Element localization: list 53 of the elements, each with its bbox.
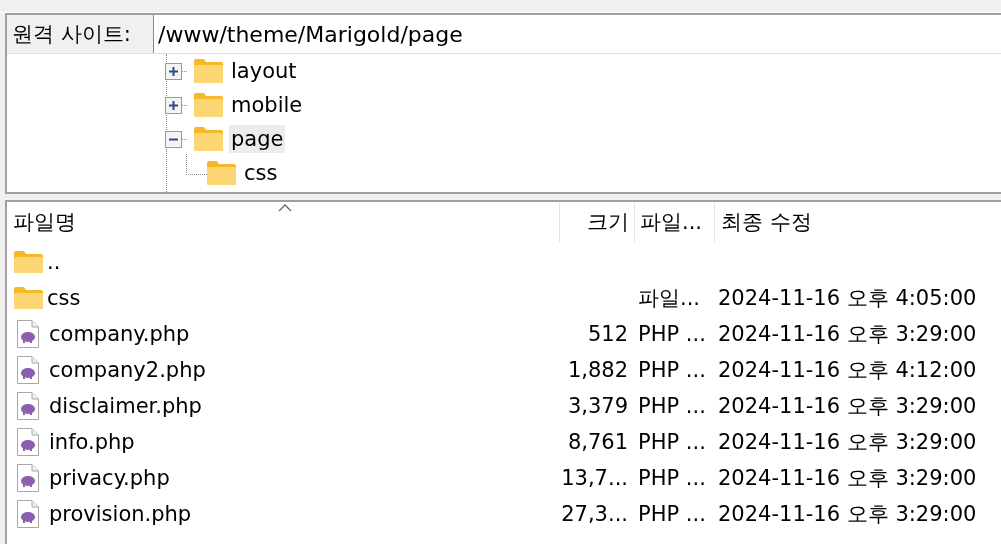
php-file-icon xyxy=(17,320,39,348)
folder-icon xyxy=(194,59,223,83)
modified-date: 2024-11-16 오후 3:29:00 xyxy=(718,466,977,490)
modified-date: 2024-11-16 오후 3:29:00 xyxy=(718,430,977,454)
folder-icon xyxy=(14,251,43,273)
column-header[interactable]: 파일명 xyxy=(7,202,559,242)
file-type: PHP ... xyxy=(638,430,706,454)
php-file-icon xyxy=(17,392,39,420)
file-type: PHP ... xyxy=(638,358,706,382)
folder-icon xyxy=(14,287,43,309)
file-type: PHP ... xyxy=(638,322,706,346)
sort-caret-icon xyxy=(278,204,292,212)
file-size: 27,3... xyxy=(561,502,628,526)
folder-name[interactable]: layout xyxy=(229,57,299,85)
expand-icon[interactable] xyxy=(165,96,182,114)
column-header[interactable]: 최종 수정 xyxy=(714,202,1001,242)
file-name[interactable]: privacy.php xyxy=(49,466,170,490)
php-file-icon xyxy=(17,356,39,384)
modified-date: 2024-11-16 오후 4:12:00 xyxy=(718,358,977,382)
file-type: PHP ... xyxy=(638,466,706,490)
file-size: 1,882 xyxy=(567,358,628,382)
file-type: 파일... xyxy=(638,286,701,310)
modified-date: 2024-11-16 오후 4:05:00 xyxy=(718,286,977,310)
modified-date: 2024-11-16 오후 3:29:00 xyxy=(718,394,977,418)
file-type: PHP ... xyxy=(638,394,706,418)
file-name[interactable]: company.php xyxy=(49,322,190,346)
folder-icon xyxy=(194,93,223,117)
file-name[interactable]: company2.php xyxy=(49,358,206,382)
file-size: 13,7... xyxy=(561,466,628,490)
folder-name[interactable]: mobile xyxy=(229,91,305,119)
php-file-icon xyxy=(17,428,39,456)
remote-site-label: 원격 사이트: xyxy=(7,15,154,53)
modified-date: 2024-11-16 오후 3:29:00 xyxy=(718,322,977,346)
collapse-icon[interactable] xyxy=(165,130,182,148)
folder-name[interactable]: page xyxy=(229,125,286,153)
expand-icon[interactable] xyxy=(165,62,182,80)
file-type: PHP ... xyxy=(638,502,706,526)
folder-icon xyxy=(194,127,223,151)
file-name[interactable]: .. xyxy=(47,250,61,274)
column-header[interactable]: 파일... xyxy=(634,202,714,242)
modified-date: 2024-11-16 오후 3:29:00 xyxy=(718,502,977,526)
file-name[interactable]: info.php xyxy=(49,430,135,454)
file-name[interactable]: disclaimer.php xyxy=(49,394,202,418)
file-size: 3,379 xyxy=(567,394,628,418)
folder-icon xyxy=(207,161,236,185)
folder-name[interactable]: css xyxy=(242,159,280,187)
php-file-icon xyxy=(17,500,39,528)
file-size: 8,761 xyxy=(567,430,628,454)
file-size: 512 xyxy=(587,322,628,346)
file-name[interactable]: provision.php xyxy=(49,502,192,526)
php-file-icon xyxy=(17,464,39,492)
column-header[interactable]: 크기 xyxy=(559,202,634,242)
file-name[interactable]: css xyxy=(47,286,81,310)
